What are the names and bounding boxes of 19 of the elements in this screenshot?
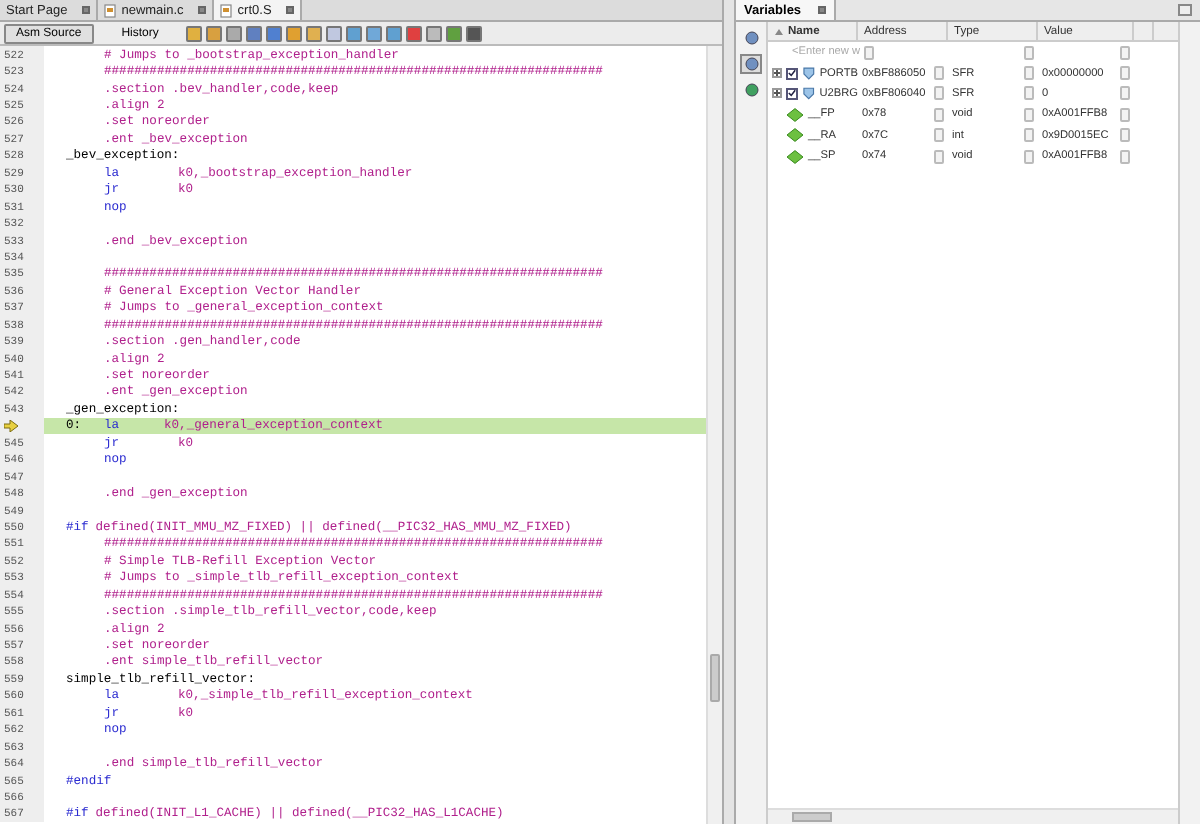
close-icon[interactable]: [81, 6, 90, 14]
checkbox[interactable]: [786, 87, 798, 100]
file-icon: [219, 3, 232, 17]
side-tool-icon[interactable]: [740, 54, 762, 74]
minimize-icon[interactable]: [1178, 4, 1192, 16]
close-icon[interactable]: [197, 6, 206, 14]
scrollbar[interactable]: [768, 808, 1178, 824]
side-tool-icon[interactable]: [740, 28, 762, 48]
edit-button[interactable]: [864, 45, 875, 60]
sort-icon: [774, 27, 784, 35]
close-icon[interactable]: [285, 6, 294, 14]
file-icon: [103, 3, 116, 17]
expand-icon[interactable]: [772, 68, 782, 79]
scrollbar[interactable]: [706, 46, 722, 824]
checkbox[interactable]: [786, 67, 798, 80]
expand-icon[interactable]: [772, 88, 782, 99]
arrow-icon: [4, 419, 18, 432]
close-icon[interactable]: [817, 6, 826, 14]
side-tool-icon[interactable]: [740, 80, 762, 100]
